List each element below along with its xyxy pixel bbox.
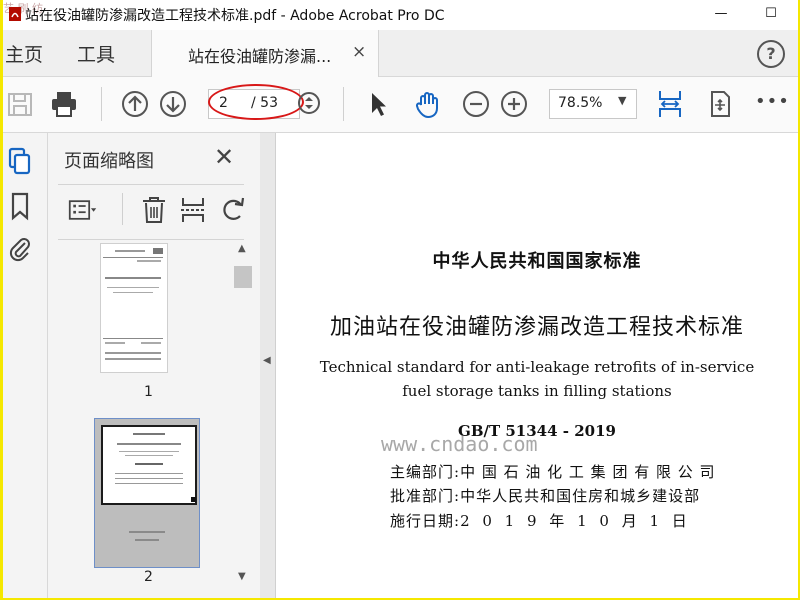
tab-bar: 主页 工具 站在役油罐防渗漏... × ? [3,30,798,77]
approve-dept-value: 中华人民共和国住房和城乡建设部 [460,487,701,505]
rotate-view-icon[interactable] [705,89,735,119]
page-thumbnails-icon[interactable] [7,147,33,177]
save-icon[interactable] [5,89,35,119]
editor-dept-value: 中 国 石 油 化 工 集 团 有 限 公 司 [460,463,716,481]
scroll-down-icon[interactable]: ▼ [238,571,246,582]
acrobat-window: 艺 刷 纺 站在役油罐防渗漏改造工程技术标准.pdf - Adobe Acrob… [3,0,798,598]
panel-title: 页面缩略图 [64,151,154,172]
navigation-rail [3,133,48,598]
zoom-level-select[interactable]: 78.5% ▼ [549,89,637,119]
document-tab-label: 站在役油罐防渗漏... [188,47,332,66]
document-tab[interactable]: 站在役油罐防渗漏... × [151,30,379,77]
page-2-preview [101,425,197,505]
delete-pages-icon[interactable] [139,195,169,225]
zoom-level-value: 78.5% [558,95,603,111]
standard-title-en-1: Technical standard for anti-leakage retr… [319,358,755,376]
page-2-thumbnail[interactable] [94,418,200,568]
zoom-out-icon[interactable] [461,89,491,119]
previous-page-icon[interactable] [120,89,150,119]
thumbnails-panel: 页面缩略图 ✕ 1 2 ▲ ▼ [48,133,260,598]
chevron-left-icon: ◀ [263,355,271,366]
thumbnails-scrollbar[interactable] [234,241,252,591]
close-tab-icon[interactable]: × [352,42,366,62]
close-panel-icon[interactable]: ✕ [214,143,234,171]
page-stepper-icon[interactable] [297,91,321,115]
pdf-app-icon [9,7,21,21]
standard-title-en-2: fuel storage tanks in filling stations [402,382,672,400]
hand-tool-icon[interactable] [413,89,443,119]
rotate-pages-icon[interactable] [218,195,248,225]
page-1-thumbnail[interactable] [100,243,168,373]
effective-date-label: 施行日期: [390,512,461,530]
bookmarks-icon[interactable] [7,191,33,221]
home-tab[interactable]: 主页 [5,40,43,67]
select-cursor-icon[interactable] [363,89,393,119]
editor-dept-label: 主编部门: [390,463,461,481]
maximize-button[interactable]: ☐ [753,2,789,26]
title-bar: 艺 刷 纺 站在役油罐防渗漏改造工程技术标准.pdf - Adobe Acrob… [3,0,798,28]
standard-title-cn: 加油站在役油罐防渗漏改造工程技术标准 [329,315,744,340]
approve-dept-label: 批准部门: [390,487,461,505]
more-tools-icon[interactable]: ••• [755,91,790,112]
split-pages-icon[interactable] [178,195,208,225]
minimize-button[interactable]: — [703,2,739,26]
effective-date-value: 2 0 1 9 年 1 0 月 1 日 [460,512,691,530]
next-page-icon[interactable] [158,89,188,119]
national-standard-heading: 中华人民共和国国家标准 [432,251,642,272]
window-title: 站在役油罐防渗漏改造工程技术标准.pdf - Adobe Acrobat Pro… [25,8,445,24]
fit-width-icon[interactable] [655,87,685,121]
page-2-number: 2 [144,569,153,585]
document-page: 中华人民共和国国家标准 加油站在役油罐防渗漏改造工程技术标准 Technical… [276,133,798,598]
scrollbar-thumb[interactable] [234,266,252,288]
thumbnail-options-icon[interactable] [68,195,98,225]
panel-collapse-handle[interactable]: ◀ [260,133,276,598]
scroll-up-icon[interactable]: ▲ [238,243,246,254]
attachments-icon[interactable] [7,233,33,263]
print-icon[interactable] [49,89,79,119]
red-circle-annotation [208,84,304,120]
tools-tab[interactable]: 工具 [77,40,115,67]
chevron-down-icon: ▼ [618,94,627,107]
help-icon[interactable]: ? [757,40,785,68]
effective-date-row: 施行日期:2 0 1 9 年 1 0 月 1 日 [390,510,691,531]
page-1-number: 1 [144,384,153,400]
editor-dept-row: 主编部门:中 国 石 油 化 工 集 团 有 限 公 司 [390,461,716,482]
zoom-in-icon[interactable] [499,89,529,119]
site-watermark: www.cndao.com [381,432,538,456]
toolbar: 2 / 53 78.5% ▼ ••• [3,77,798,133]
approve-dept-row: 批准部门:中华人民共和国住房和城乡建设部 [390,485,700,506]
